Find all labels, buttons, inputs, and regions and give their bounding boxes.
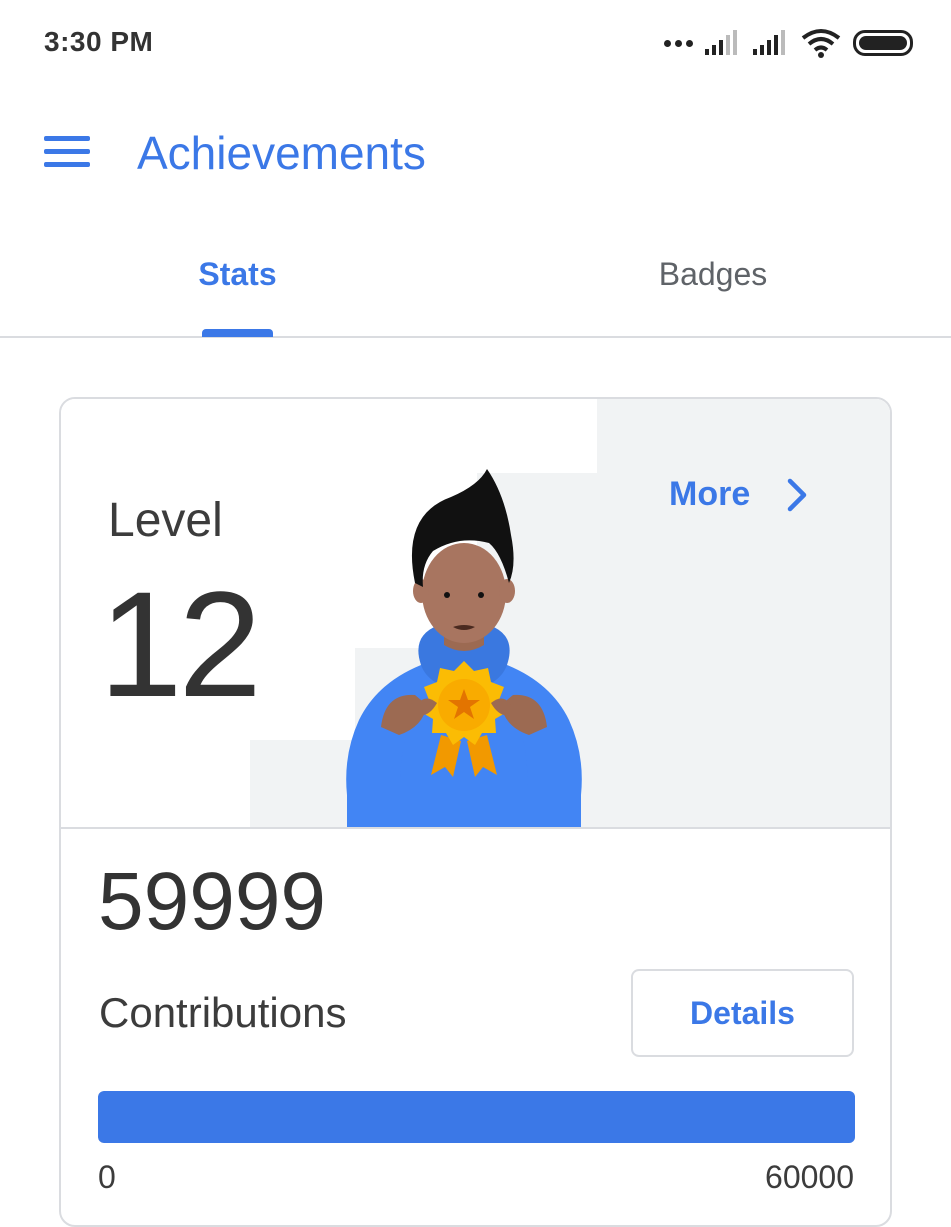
chevron-right-icon [787,478,807,511]
battery-icon [853,30,913,56]
contributions-label: Contributions [99,989,347,1036]
contributions-value: 59999 [98,856,327,947]
page-title: Achievements [137,127,426,179]
tab-stats-label: Stats [198,256,277,292]
progress-max-label: 60000 [765,1159,854,1195]
person-with-badge-illustration [346,469,582,829]
progress-fill [98,1091,855,1143]
tab-stats[interactable]: Stats [0,230,475,336]
tab-badges-label: Badges [658,256,768,292]
contributions-progress-bar [98,1091,855,1143]
tab-badges[interactable]: Badges [475,230,951,336]
level-label: Level [108,494,223,547]
tab-indicator [202,329,273,337]
more-link[interactable]: More [669,475,812,514]
card-divider [61,827,890,829]
menu-icon[interactable] [44,136,92,172]
tab-bar: Stats Badges [0,230,951,338]
details-button[interactable]: Details [631,969,854,1057]
level-illustration-area: Level 12 More [61,399,890,829]
status-bar: 3:30 PM [0,0,951,88]
status-icons [664,26,913,60]
status-time: 3:30 PM [44,26,154,57]
signal-icon [705,30,737,55]
app-bar: Achievements [0,100,951,210]
wifi-icon [801,29,841,58]
level-card: Level 12 More 59999 Contributions Detail… [59,397,892,1227]
signal-icon [753,30,785,55]
more-dots-icon [664,39,693,47]
more-label: More [669,475,751,513]
level-value: 12 [99,560,262,728]
progress-min-label: 0 [98,1159,116,1195]
